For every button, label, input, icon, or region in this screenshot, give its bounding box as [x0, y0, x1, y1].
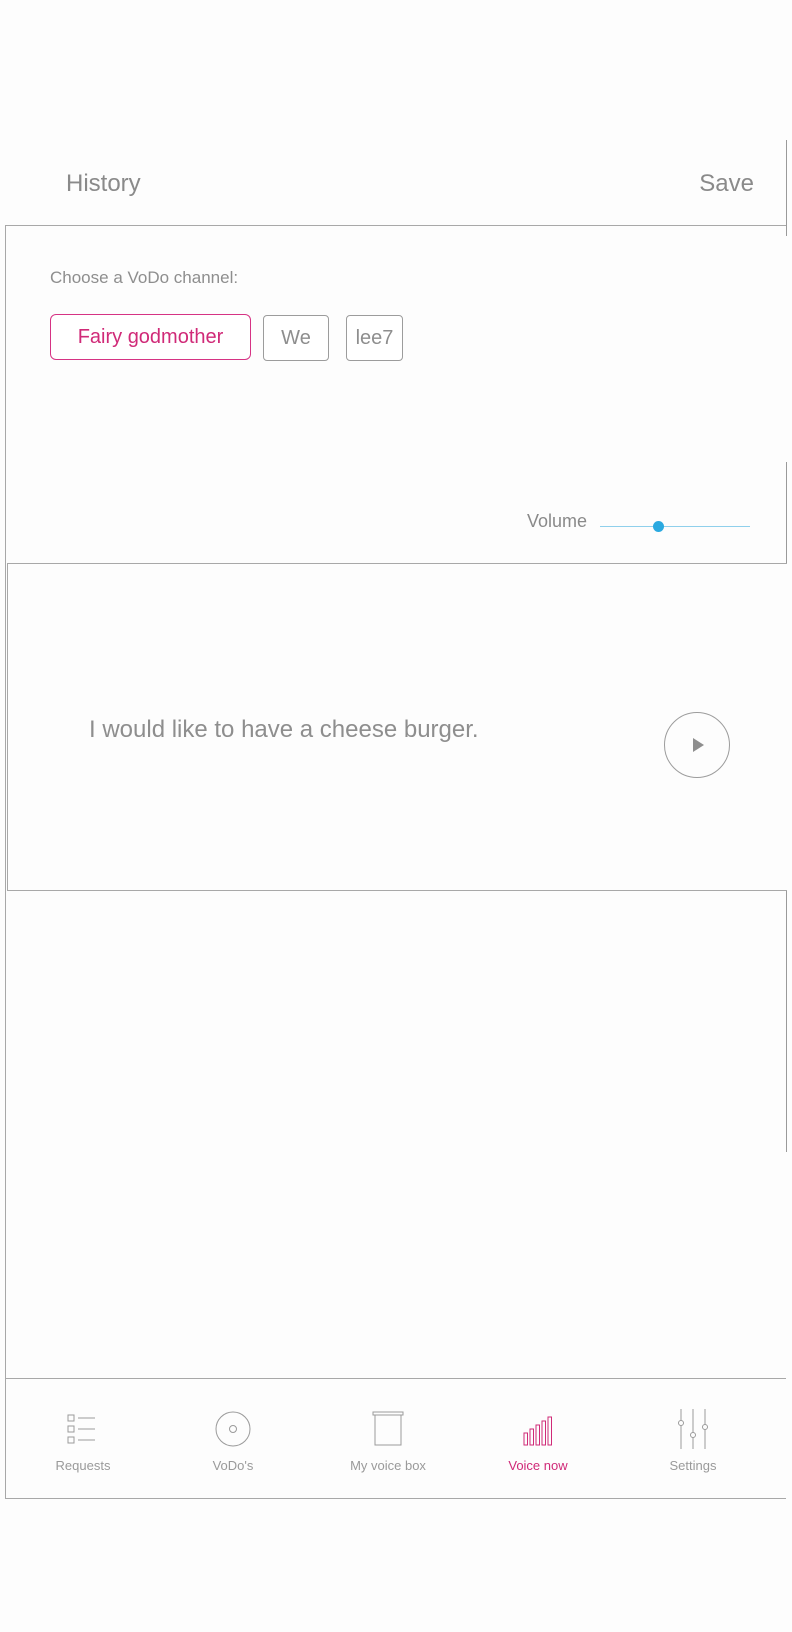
play-icon	[693, 738, 704, 752]
tab-bar: Requests VoDo's My voice box Voice now S…	[5, 1378, 786, 1499]
tab-label: Requests	[55, 1458, 111, 1473]
tab-my-voice-box[interactable]: My voice box	[310, 1379, 466, 1499]
tab-label: My voice box	[350, 1458, 426, 1473]
volume-label: Volume	[527, 511, 588, 531]
top-bar: History Save	[0, 140, 786, 226]
voice-now-screen: History Save Choose a VoDo channel: Fair…	[0, 0, 792, 1632]
tab-label: Voice now	[508, 1458, 568, 1473]
message-text: I would like to have a cheese burger.	[89, 716, 479, 743]
save-button[interactable]: Save	[699, 170, 754, 198]
disc-icon	[215, 1411, 251, 1447]
channel-option-lee7[interactable]: lee7	[346, 315, 403, 361]
sound-bars-icon	[523, 1416, 552, 1446]
edge-divider	[786, 140, 792, 236]
box-icon	[372, 1411, 404, 1446]
channel-prompt: Choose a VoDo channel:	[50, 268, 239, 287]
list-icon	[67, 1414, 95, 1444]
tab-requests[interactable]: Requests	[5, 1379, 161, 1499]
volume-slider-thumb[interactable]	[653, 521, 664, 532]
tab-vodos[interactable]: VoDo's	[155, 1379, 311, 1499]
sliders-icon	[678, 1409, 708, 1449]
channel-option-we[interactable]: We	[263, 315, 329, 361]
play-button[interactable]	[664, 712, 730, 778]
tab-voice-now[interactable]: Voice now	[460, 1379, 616, 1499]
history-button[interactable]: History	[66, 170, 141, 198]
tab-settings[interactable]: Settings	[615, 1379, 771, 1499]
channel-option-fairy-godmother[interactable]: Fairy godmother	[50, 314, 251, 360]
tab-label: VoDo's	[212, 1458, 254, 1473]
tab-label: Settings	[669, 1458, 717, 1473]
volume-slider-track[interactable]	[600, 526, 750, 527]
